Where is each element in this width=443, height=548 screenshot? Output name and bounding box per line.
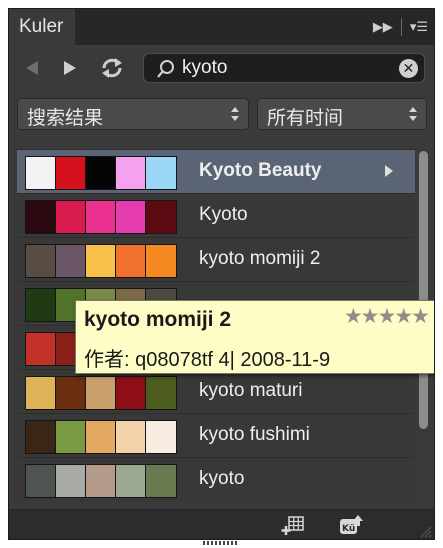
select-arrows-icon	[231, 107, 239, 121]
color-swatch	[56, 201, 86, 233]
tooltip-title: kyoto momiji 2	[84, 308, 232, 331]
color-swatch	[146, 465, 176, 497]
color-swatch	[56, 157, 86, 189]
swatch-strip	[25, 244, 177, 278]
toolbar: ✕	[9, 45, 434, 91]
color-swatch	[86, 157, 116, 189]
color-swatch	[116, 201, 146, 233]
color-swatch	[26, 245, 56, 277]
title-separator	[400, 18, 402, 36]
theme-row[interactable]: kyoto momiji 2	[17, 237, 415, 281]
color-swatch	[116, 465, 146, 497]
theme-row[interactable]: kyoto maturi	[17, 369, 415, 413]
theme-name: kyoto fushimi	[199, 424, 310, 445]
color-swatch	[26, 377, 56, 409]
result-type-value: 搜索结果	[27, 108, 104, 129]
color-swatch	[86, 421, 116, 453]
panel-drag-handle[interactable]	[203, 541, 239, 545]
panel-tab-label: Kuler	[19, 16, 64, 37]
theme-row[interactable]: Kyoto Beauty	[17, 149, 415, 193]
color-swatch	[146, 201, 176, 233]
color-swatch	[116, 377, 146, 409]
theme-row[interactable]: kyoto	[17, 457, 415, 501]
theme-name: Kyoto Beauty	[199, 160, 322, 181]
forward-arrow-icon[interactable]	[59, 57, 81, 79]
swatch-strip	[25, 420, 177, 454]
select-arrows-icon	[409, 107, 417, 121]
color-swatch	[116, 245, 146, 277]
color-swatch	[26, 333, 56, 365]
color-swatch	[146, 245, 176, 277]
kuler-panel: Kuler ▶▶ ▾☰ ✕	[8, 8, 435, 540]
color-swatch	[56, 245, 86, 277]
color-swatch	[146, 377, 176, 409]
upload-icon[interactable]: Kü	[339, 514, 363, 536]
scroll-thumb[interactable]	[419, 151, 428, 429]
rating-stars: ★★★★★	[343, 305, 430, 328]
time-range-select[interactable]: 所有时间	[257, 98, 427, 130]
search-box[interactable]: ✕	[143, 53, 425, 83]
theme-row[interactable]: kyoto fushimi	[17, 413, 415, 457]
color-swatch	[146, 157, 176, 189]
color-swatch	[56, 377, 86, 409]
panel-tab[interactable]: Kuler	[9, 9, 75, 45]
theme-row[interactable]: Kyoto	[17, 193, 415, 237]
color-swatch	[86, 201, 116, 233]
color-swatch	[86, 245, 116, 277]
swatch-strip	[25, 200, 177, 234]
color-swatch	[86, 465, 116, 497]
color-swatch	[56, 421, 86, 453]
result-type-select[interactable]: 搜索结果	[17, 98, 249, 130]
search-input[interactable]	[182, 56, 382, 80]
theme-name: kyoto momiji 2	[199, 248, 321, 269]
color-swatch	[116, 157, 146, 189]
color-swatch	[116, 421, 146, 453]
theme-name: Kyoto	[199, 204, 248, 225]
filter-row: 搜索结果 所有时间	[9, 93, 434, 139]
theme-name: kyoto	[199, 468, 245, 489]
add-to-swatches-icon[interactable]	[281, 514, 305, 536]
theme-name: kyoto maturi	[199, 380, 303, 401]
color-swatch	[146, 421, 176, 453]
color-swatch	[26, 289, 56, 321]
color-swatch	[26, 421, 56, 453]
back-arrow-icon[interactable]	[21, 57, 43, 79]
color-swatch	[86, 377, 116, 409]
expand-arrow-icon[interactable]	[385, 165, 393, 177]
color-swatch	[26, 157, 56, 189]
fast-forward-icon[interactable]: ▶▶	[373, 17, 393, 37]
color-swatch	[26, 201, 56, 233]
swatch-strip	[25, 156, 177, 190]
svg-text:Kü: Kü	[342, 524, 355, 534]
time-range-value: 所有时间	[267, 108, 344, 129]
resize-grip-icon[interactable]	[420, 526, 432, 538]
color-swatch	[56, 465, 86, 497]
clear-icon[interactable]: ✕	[399, 59, 418, 78]
tooltip-author-date: 作者: q08078tf 4| 2008-11-9	[84, 349, 331, 371]
panel-title-bar: Kuler ▶▶ ▾☰	[9, 9, 434, 45]
bottom-bar: Kü	[9, 509, 434, 539]
title-bar-icons: ▶▶ ▾☰	[373, 17, 428, 37]
color-swatch	[26, 465, 56, 497]
panel-menu-icon[interactable]: ▾☰	[410, 17, 428, 37]
search-icon	[157, 60, 174, 78]
swatch-strip	[25, 464, 177, 498]
swatch-strip	[25, 376, 177, 410]
theme-tooltip: kyoto momiji 2 ★★★★★ 作者: q08078tf 4| 200…	[75, 300, 434, 374]
refresh-icon[interactable]	[99, 57, 125, 79]
